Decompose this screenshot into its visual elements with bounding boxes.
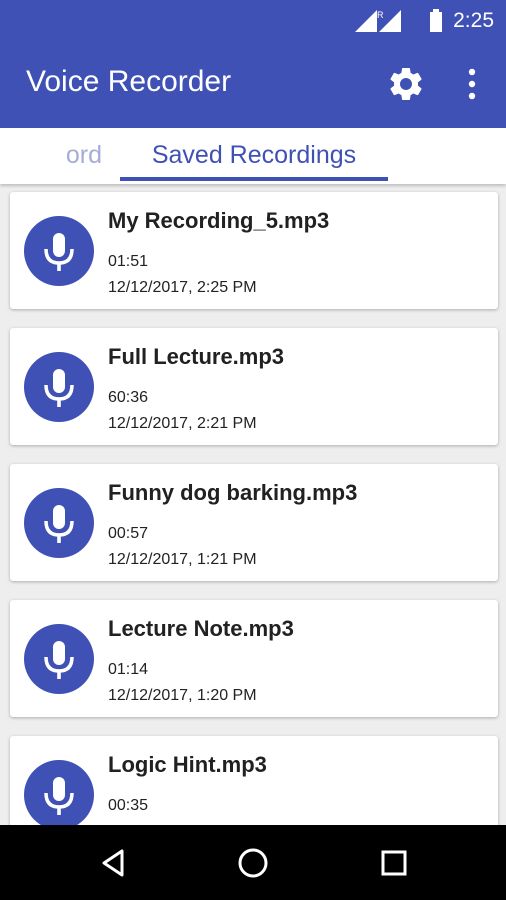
microphone-icon (44, 233, 74, 271)
microphone-icon (44, 369, 74, 407)
tab-record[interactable]: ord (0, 140, 102, 170)
signal-icons: R (355, 10, 402, 32)
recording-name: Funny dog barking.mp3 (108, 480, 358, 505)
microphone-icon (44, 505, 74, 543)
recording-avatar (24, 216, 94, 286)
app-title: Voice Recorder (26, 65, 232, 98)
recording-card[interactable]: Funny dog barking.mp3 00:57 12/12/2017, … (10, 464, 498, 581)
recents-button[interactable] (376, 845, 412, 881)
recording-avatar (24, 760, 94, 825)
recording-name: Lecture Note.mp3 (108, 616, 294, 641)
overflow-menu-button[interactable] (458, 64, 486, 104)
recording-length: 00:57 (108, 525, 149, 542)
more-vert-icon (468, 68, 476, 100)
recording-avatar (24, 352, 94, 422)
recording-length: 01:51 (108, 253, 149, 270)
settings-button[interactable] (386, 64, 426, 104)
recording-card[interactable]: My Recording_5.mp3 01:51 12/12/2017, 2:2… (10, 192, 498, 309)
home-button[interactable] (235, 845, 271, 881)
status-time: 2:25 (453, 9, 494, 32)
wifi-signal-icon (355, 10, 378, 32)
recording-avatar (24, 488, 94, 558)
settings-gear-icon (390, 68, 422, 100)
recording-card[interactable]: Logic Hint.mp3 00:35 (10, 736, 498, 825)
recording-name: Full Lecture.mp3 (108, 344, 285, 369)
recording-length: 01:14 (108, 661, 149, 678)
status-bar: R 2:25 (0, 0, 506, 40)
recording-length: 00:35 (108, 797, 149, 814)
battery-icon (430, 9, 443, 32)
microphone-icon (44, 777, 74, 815)
microphone-icon (44, 641, 74, 679)
recording-card[interactable]: Full Lecture.mp3 60:36 12/12/2017, 2:21 … (10, 328, 498, 445)
recording-date: 12/12/2017, 1:20 PM (108, 687, 257, 704)
recording-date: 12/12/2017, 2:25 PM (108, 279, 257, 296)
recordings-list[interactable]: My Recording_5.mp3 01:51 12/12/2017, 2:2… (0, 184, 506, 825)
recording-name: Logic Hint.mp3 (108, 752, 267, 777)
back-icon (102, 849, 124, 877)
recording-date: 12/12/2017, 1:21 PM (108, 551, 257, 568)
recording-avatar (24, 624, 94, 694)
roaming-indicator: R (377, 10, 384, 20)
recording-name: My Recording_5.mp3 (108, 208, 330, 233)
tab-bar: ord Saved Recordings (0, 128, 506, 184)
recording-length: 60:36 (108, 389, 149, 406)
tab-selected-indicator (120, 177, 388, 181)
recording-card[interactable]: Lecture Note.mp3 01:14 12/12/2017, 1:20 … (10, 600, 498, 717)
back-button[interactable] (96, 845, 132, 881)
tab-saved-recordings[interactable]: Saved Recordings (120, 140, 388, 170)
status-icons: R 2:25 (353, 8, 494, 34)
recents-icon (381, 850, 407, 876)
home-icon (238, 848, 268, 878)
recording-date: 12/12/2017, 2:21 PM (108, 415, 257, 432)
app-bar: Voice Recorder (0, 40, 506, 128)
navigation-bar (0, 825, 506, 900)
